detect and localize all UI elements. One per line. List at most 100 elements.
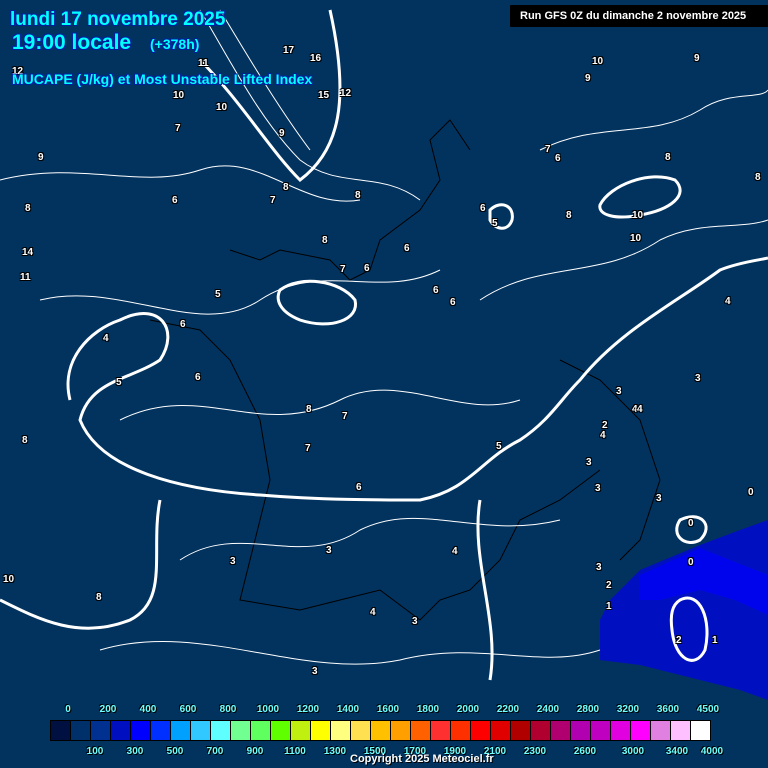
legend-bottom-label: 3000 bbox=[621, 746, 645, 757]
contour-label: 0 bbox=[688, 557, 694, 568]
contour-label: 8 bbox=[283, 182, 289, 193]
contour-label: 17 bbox=[283, 45, 295, 56]
contour-label: 8 bbox=[306, 404, 312, 415]
legend-swatch bbox=[271, 720, 291, 741]
contour-label: 2 bbox=[602, 420, 608, 431]
forecast-time: 19:00 locale bbox=[12, 31, 132, 54]
contour-label: 10 bbox=[216, 102, 228, 113]
contour-label: 8 bbox=[566, 210, 572, 221]
contour-label: 7 bbox=[270, 195, 276, 206]
contour-label: 2 bbox=[676, 635, 682, 646]
contour-label: 4 bbox=[637, 404, 643, 415]
legend-bottom-label: 4000 bbox=[700, 746, 724, 757]
contour-label: 6 bbox=[480, 203, 486, 214]
contour-label: 7 bbox=[342, 411, 348, 422]
contour-label: 16 bbox=[310, 53, 322, 64]
legend-swatch bbox=[71, 720, 91, 741]
legend-bottom-label: 2600 bbox=[573, 746, 597, 757]
contour-label: 6 bbox=[555, 153, 561, 164]
contour-label: 10 bbox=[630, 233, 642, 244]
legend-swatch bbox=[651, 720, 671, 741]
legend-swatch bbox=[251, 720, 271, 741]
contour-label: 5 bbox=[215, 289, 221, 300]
contour-label: 5 bbox=[116, 377, 122, 388]
contour-label: 5 bbox=[496, 441, 502, 452]
legend-top-label: 400 bbox=[139, 704, 157, 715]
legend-top-label: 3600 bbox=[656, 704, 680, 715]
legend-bottom-label: 100 bbox=[86, 746, 104, 757]
legend-swatch bbox=[50, 720, 71, 741]
legend-swatch bbox=[151, 720, 171, 741]
legend-swatch bbox=[351, 720, 371, 741]
run-info: Run GFS 0Z du dimanche 2 novembre 2025 bbox=[510, 5, 768, 27]
legend-top-label: 2000 bbox=[456, 704, 480, 715]
contour-label: 9 bbox=[279, 128, 285, 139]
contour-label: 3 bbox=[230, 556, 236, 567]
map-title: MUCAPE (J/kg) et Most Unstable Lifted In… bbox=[12, 71, 313, 87]
legend-swatch bbox=[631, 720, 651, 741]
legend-swatch bbox=[531, 720, 551, 741]
contour-label: 3 bbox=[596, 562, 602, 573]
legend-swatch bbox=[171, 720, 191, 741]
contour-label: 14 bbox=[22, 247, 34, 258]
contour-label: 5 bbox=[492, 218, 498, 229]
legend-swatch bbox=[111, 720, 131, 741]
legend-swatch bbox=[511, 720, 531, 741]
legend-top-label: 0 bbox=[65, 704, 71, 715]
forecast-date: lundi 17 novembre 2025 bbox=[10, 9, 226, 30]
contour-label: 9 bbox=[585, 73, 591, 84]
legend-top-label: 600 bbox=[179, 704, 197, 715]
legend-swatch bbox=[471, 720, 491, 741]
legend-bottom-label: 700 bbox=[206, 746, 224, 757]
cape-area bbox=[600, 520, 768, 700]
contour-label: 3 bbox=[616, 386, 622, 397]
legend-top-label: 2400 bbox=[536, 704, 560, 715]
legend-bottom-label: 2300 bbox=[523, 746, 547, 757]
contour-label: 10 bbox=[173, 90, 185, 101]
legend-swatch bbox=[491, 720, 511, 741]
legend-swatch bbox=[571, 720, 591, 741]
contour-label: 10 bbox=[3, 574, 15, 585]
contour-label: 7 bbox=[305, 443, 311, 454]
contour-label: 4 bbox=[103, 333, 109, 344]
legend-top-label: 1800 bbox=[416, 704, 440, 715]
legend-swatch bbox=[331, 720, 351, 741]
contour-label: 3 bbox=[326, 545, 332, 556]
color-legend bbox=[50, 720, 711, 741]
contour-label: 4 bbox=[725, 296, 731, 307]
lead-time: (+378h) bbox=[150, 36, 200, 52]
contour-label: 4 bbox=[600, 430, 606, 441]
contour-label: 4 bbox=[452, 546, 458, 557]
contour-label: 10 bbox=[632, 210, 644, 221]
contour-label: 8 bbox=[96, 592, 102, 603]
contour-label: 1 bbox=[606, 601, 612, 612]
contour-label: 6 bbox=[172, 195, 178, 206]
contour-label: 8 bbox=[22, 435, 28, 446]
legend-swatch bbox=[291, 720, 311, 741]
contour-label: 0 bbox=[688, 518, 694, 529]
legend-bottom-label: 500 bbox=[166, 746, 184, 757]
contour-label: 7 bbox=[545, 144, 551, 155]
contour-label: 7 bbox=[340, 264, 346, 275]
legend-swatch bbox=[91, 720, 111, 741]
contour-label: 6 bbox=[180, 319, 186, 330]
contour-label: 3 bbox=[586, 457, 592, 468]
contour-label: 3 bbox=[595, 483, 601, 494]
contour-label: 6 bbox=[195, 372, 201, 383]
legend-swatch bbox=[671, 720, 691, 741]
contour-label: 8 bbox=[355, 190, 361, 201]
legend-top-label: 2200 bbox=[496, 704, 520, 715]
legend-bottom-label: 1300 bbox=[323, 746, 347, 757]
contour-label: 0 bbox=[748, 487, 754, 498]
legend-top-label: 3200 bbox=[616, 704, 640, 715]
legend-top-label: 1200 bbox=[296, 704, 320, 715]
contour-label: 6 bbox=[450, 297, 456, 308]
legend-swatch bbox=[191, 720, 211, 741]
legend-bottom-label: 300 bbox=[126, 746, 144, 757]
legend-swatch bbox=[591, 720, 611, 741]
legend-swatch bbox=[611, 720, 631, 741]
contour-label: 8 bbox=[665, 152, 671, 163]
contour-label: 12 bbox=[340, 88, 352, 99]
contour-label: 3 bbox=[656, 493, 662, 504]
contour-label: 11 bbox=[20, 272, 31, 283]
